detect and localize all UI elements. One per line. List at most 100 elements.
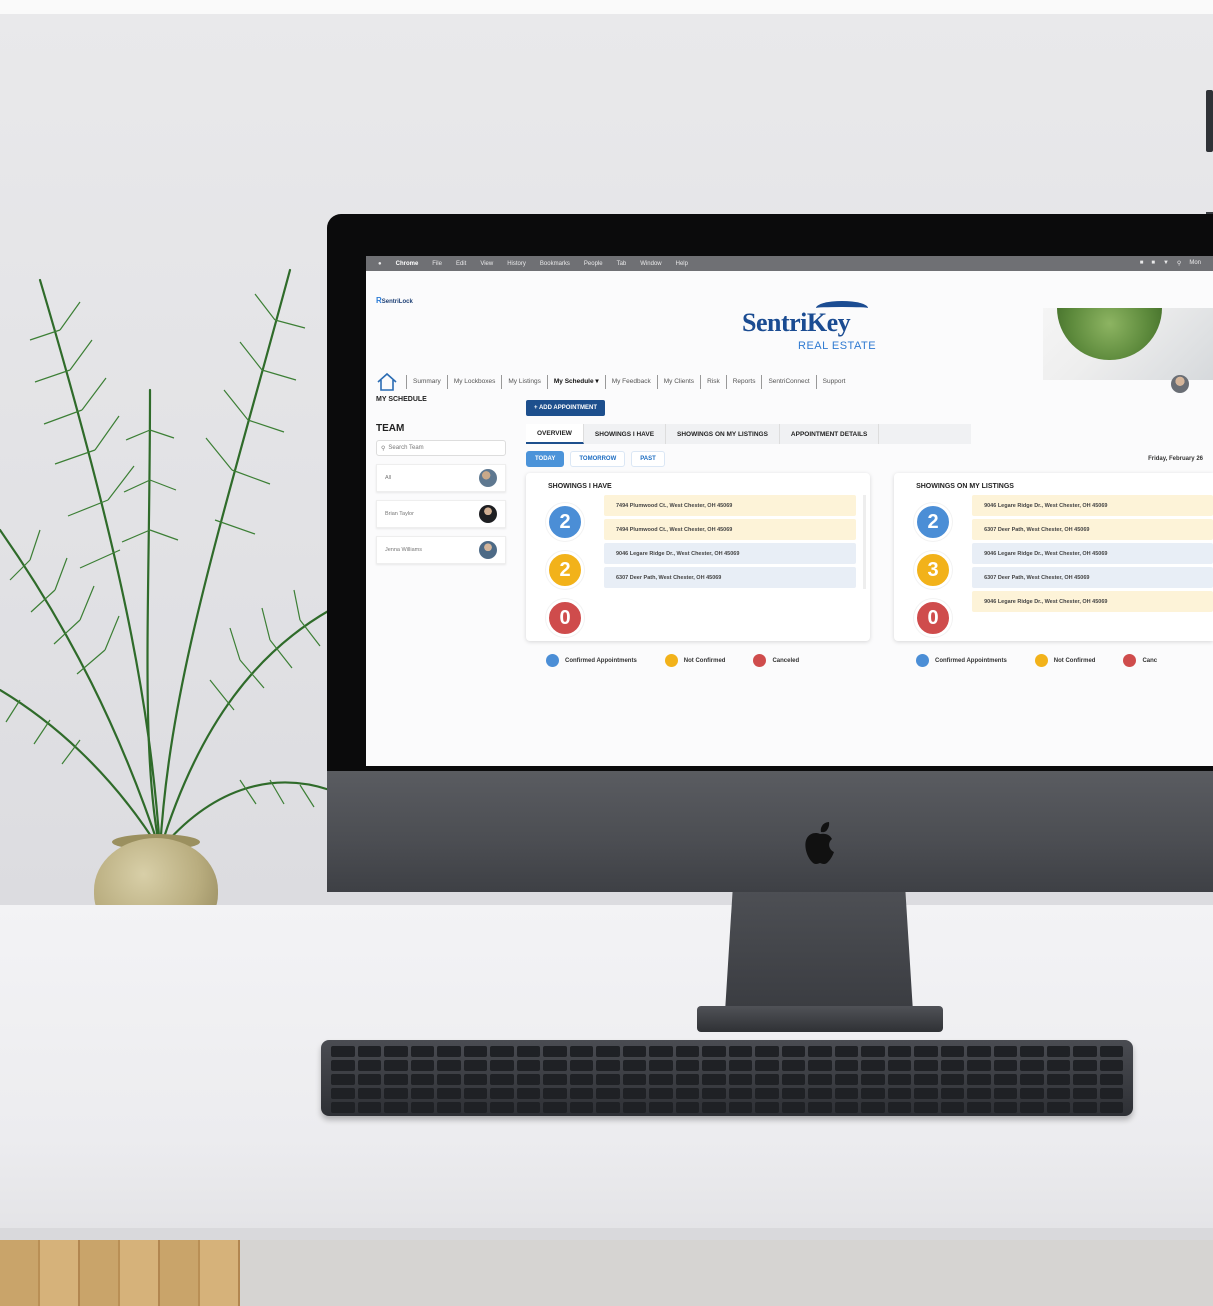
- keyboard-key: [516, 1074, 540, 1085]
- menu-view[interactable]: View: [480, 261, 493, 267]
- keyboard-key: [861, 1046, 885, 1057]
- keyboard-key: [1020, 1060, 1044, 1071]
- keyboard-key: [728, 1102, 752, 1113]
- nav-my-feedback[interactable]: My Feedback: [604, 375, 657, 389]
- keyboard-key: [596, 1074, 620, 1085]
- legend-dot: [1034, 654, 1048, 667]
- nav-my-clients[interactable]: My Clients: [656, 375, 700, 389]
- team-member[interactable]: All: [376, 464, 506, 492]
- sidebar-title: MY SCHEDULE: [376, 396, 427, 403]
- tab-overview[interactable]: OVERVIEW: [526, 424, 584, 444]
- keyboard-key: [887, 1060, 911, 1071]
- nav-support[interactable]: Support: [815, 375, 852, 389]
- legend-not-confirmed: Not Confirmed: [664, 654, 725, 667]
- keyboard-key: [861, 1060, 885, 1071]
- team-member[interactable]: Jenna Williams: [376, 536, 506, 564]
- top-border: [0, 0, 1213, 14]
- keyboard-key: [1046, 1102, 1070, 1113]
- team-search-input[interactable]: ⚲ Search Team: [376, 440, 506, 456]
- nav-reports[interactable]: Reports: [725, 375, 762, 389]
- clock-label[interactable]: Mon: [1189, 260, 1201, 267]
- keyboard-key: [702, 1060, 726, 1071]
- keyboard-key: [543, 1102, 567, 1113]
- keyboard-key: [463, 1060, 487, 1071]
- list-item[interactable]: 9046 Legare Ridge Dr., West Chester, OH …: [604, 543, 857, 564]
- keyboard-key: [569, 1088, 593, 1099]
- nav-summary[interactable]: Summary: [406, 375, 447, 389]
- legend-right: Confirmed Appointments Not Confirmed Can…: [916, 654, 1157, 667]
- status-icon[interactable]: ■: [1151, 260, 1155, 267]
- showings-i-have-card: SHOWINGS I HAVE 2 2 0 7494 Plumwood Ct.,…: [526, 473, 871, 641]
- keyboard-key: [463, 1074, 487, 1085]
- list-item[interactable]: 7494 Plumwood Ct., West Chester, OH 4506…: [604, 495, 857, 516]
- keyboard-key: [410, 1102, 434, 1113]
- keyboard-key: [331, 1088, 355, 1099]
- keyboard-key: [649, 1102, 673, 1113]
- keyboard: [321, 1040, 1133, 1116]
- keyboard-key: [781, 1074, 805, 1085]
- nav-sentriconnect[interactable]: SentriConnect: [761, 375, 815, 389]
- keyboard-key: [463, 1046, 487, 1057]
- keyboard-key: [490, 1074, 514, 1085]
- menu-file[interactable]: File: [432, 261, 442, 267]
- menu-people[interactable]: People: [584, 261, 603, 267]
- nav-risk[interactable]: Risk: [700, 375, 726, 389]
- scrollbar[interactable]: [863, 495, 867, 589]
- keyboard-key: [808, 1088, 832, 1099]
- list-item[interactable]: 6307 Deer Path, West Chester, OH 45069: [604, 567, 857, 588]
- keyboard-key: [675, 1046, 699, 1057]
- nav-my-lockboxes[interactable]: My Lockboxes: [446, 375, 502, 389]
- legend-dot: [664, 654, 678, 667]
- nav-my-schedule[interactable]: My Schedule ▾: [546, 375, 605, 389]
- list-item[interactable]: 7494 Plumwood Ct., West Chester, OH 4506…: [604, 519, 857, 540]
- keyboard-key: [914, 1046, 938, 1057]
- brand-logo[interactable]: SentriKey: [742, 308, 851, 338]
- user-avatar[interactable]: [1171, 375, 1189, 393]
- team-member[interactable]: Brian Taylor: [376, 500, 506, 528]
- keyboard-key: [728, 1046, 752, 1057]
- keyboard-key: [622, 1088, 646, 1099]
- list-item[interactable]: 9046 Legare Ridge Dr., West Chester, OH …: [972, 591, 1213, 612]
- menu-bookmarks[interactable]: Bookmarks: [540, 261, 570, 267]
- list-item[interactable]: 6307 Deer Path, West Chester, OH 45069: [972, 567, 1213, 588]
- keyboard-key: [834, 1088, 858, 1099]
- add-appointment-button[interactable]: + ADD APPOINTMENT: [526, 400, 606, 416]
- count-circles: 2 2 0: [546, 503, 586, 647]
- keyboard-key: [914, 1074, 938, 1085]
- home-icon[interactable]: [376, 372, 398, 392]
- canceled-count: 0: [914, 599, 953, 637]
- tab-appointment-details[interactable]: APPOINTMENT DETAILS: [780, 424, 880, 444]
- tab-showings-i-have[interactable]: SHOWINGS I HAVE: [584, 424, 667, 444]
- sentrilock-logo[interactable]: RSentriLock: [376, 296, 413, 305]
- keyboard-key: [490, 1088, 514, 1099]
- legend-dot: [546, 654, 559, 667]
- keyboard-key: [702, 1102, 726, 1113]
- menu-window[interactable]: Window: [640, 261, 661, 267]
- keyboard-key: [1020, 1046, 1044, 1057]
- status-icon[interactable]: ■: [1140, 260, 1144, 267]
- keyboard-key: [993, 1088, 1017, 1099]
- list-item[interactable]: 6307 Deer Path, West Chester, OH 45069: [972, 519, 1213, 540]
- wifi-icon[interactable]: ▼: [1163, 260, 1169, 267]
- menu-tab[interactable]: Tab: [617, 261, 627, 267]
- keyboard-key: [384, 1060, 408, 1071]
- keyboard-key: [516, 1060, 540, 1071]
- menu-history[interactable]: History: [507, 261, 526, 267]
- filter-past[interactable]: PAST: [631, 451, 665, 467]
- filter-today[interactable]: TODAY: [526, 451, 565, 467]
- apple-menu-icon[interactable]: ●: [378, 261, 382, 267]
- list-item[interactable]: 9046 Legare Ridge Dr., West Chester, OH …: [972, 495, 1213, 516]
- list-item[interactable]: 9046 Legare Ridge Dr., West Chester, OH …: [972, 543, 1213, 564]
- tab-showings-on-my-listings[interactable]: SHOWINGS ON MY LISTINGS: [666, 424, 780, 444]
- keyboard-key: [569, 1102, 593, 1113]
- menu-edit[interactable]: Edit: [456, 261, 466, 267]
- search-icon[interactable]: ⚲: [1177, 260, 1181, 267]
- filter-tomorrow[interactable]: TOMORROW: [570, 451, 626, 467]
- menu-app[interactable]: Chrome: [396, 261, 419, 267]
- keyboard-key: [781, 1102, 805, 1113]
- keyboard-key: [914, 1102, 938, 1113]
- nav-my-listings[interactable]: My Listings: [501, 375, 547, 389]
- keyboard-key: [331, 1102, 355, 1113]
- menu-help[interactable]: Help: [676, 261, 688, 267]
- keyboard-key: [331, 1074, 355, 1085]
